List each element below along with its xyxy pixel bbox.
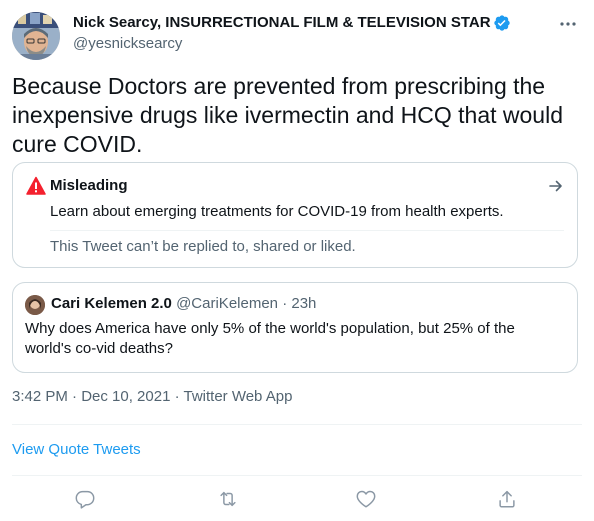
quoted-handle: @CariKelemen xyxy=(176,295,279,312)
quoted-display-name: Cari Kelemen 2.0 xyxy=(51,295,172,312)
heart-icon[interactable] xyxy=(355,488,377,510)
warning-icon xyxy=(26,176,46,196)
author-handle[interactable]: @yesnicksearcy xyxy=(73,34,511,54)
quoted-time: 23h xyxy=(291,295,317,312)
verified-badge-icon xyxy=(493,14,511,32)
tweet-header: Nick Searcy, INSURRECTIONAL FILM & TELEV… xyxy=(12,10,582,60)
more-icon[interactable] xyxy=(558,14,578,34)
quoted-separator: · xyxy=(282,295,288,312)
divider xyxy=(12,475,582,476)
share-icon[interactable] xyxy=(496,488,518,510)
author-display-name[interactable]: Nick Searcy, INSURRECTIONAL FILM & TELEV… xyxy=(73,13,491,33)
misleading-link[interactable]: Misleading Learn about emerging treatmen… xyxy=(13,163,577,230)
retweet-icon[interactable] xyxy=(217,488,239,510)
card-divider xyxy=(50,230,564,231)
quoted-tweet[interactable]: Cari Kelemen 2.0 @CariKelemen · 23h Why … xyxy=(12,282,578,373)
author-names: Nick Searcy, INSURRECTIONAL FILM & TELEV… xyxy=(73,13,511,54)
view-quote-tweets-link[interactable]: View Quote Tweets xyxy=(12,440,141,460)
tweet-meta[interactable]: 3:42 PM · Dec 10, 2021 · Twitter Web App xyxy=(12,387,292,407)
warning-title: Misleading xyxy=(50,177,128,194)
author-avatar[interactable] xyxy=(12,12,60,60)
quoted-text: Why does America have only 5% of the wor… xyxy=(25,320,515,357)
reply-icon[interactable] xyxy=(74,488,96,510)
action-bar xyxy=(0,485,594,511)
misleading-card: Misleading Learn about emerging treatmen… xyxy=(12,162,578,268)
restriction-note: This Tweet can’t be replied to, shared o… xyxy=(50,238,356,255)
divider xyxy=(12,424,582,425)
quoted-avatar xyxy=(25,295,45,315)
arrow-right-icon xyxy=(547,177,565,195)
warning-subtitle: Learn about emerging treatments for COVI… xyxy=(50,203,504,220)
quoted-header: Cari Kelemen 2.0 @CariKelemen · 23h xyxy=(51,294,316,314)
tweet-text: Because Doctors are prevented from presc… xyxy=(12,73,563,157)
